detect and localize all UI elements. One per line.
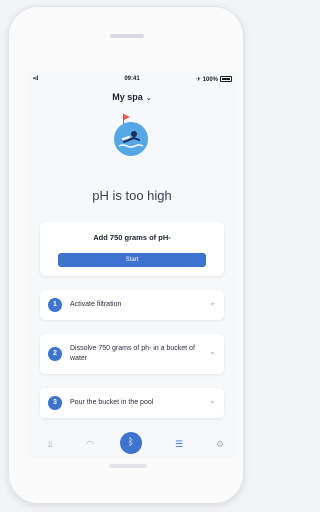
app-screen: •ıl 09:41 ✈ 100% My spa ⌄ pH is too high … (28, 72, 236, 458)
chevron-down-icon: ▾ (210, 351, 214, 357)
battery-icon (220, 76, 232, 82)
step-item-1[interactable]: 1 Activate filtration ▾ (40, 290, 224, 320)
step-label: Activate filtration (70, 301, 122, 308)
phone-speaker (110, 34, 144, 38)
list-icon[interactable]: ☰ (171, 437, 187, 451)
settings-gear-icon[interactable]: ⚙ (212, 437, 228, 451)
bottom-tab-bar: ⫫ ◠ ᛒ ☰ ⚙ (28, 430, 236, 458)
step-label: Dissolve 750 grams of ph- in a bucket of… (70, 345, 195, 362)
home-indicator (109, 464, 147, 468)
bluetooth-icon[interactable]: ᛒ (120, 432, 142, 454)
swimmer-icon (118, 131, 144, 148)
chevron-down-icon: ▾ (210, 302, 214, 308)
swimmer-illustration (114, 122, 148, 156)
chevron-down-icon: ⌄ (145, 95, 152, 102)
gauge-icon[interactable]: ◠ (82, 437, 98, 451)
spa-title-label: My spa (112, 92, 143, 102)
step-item-3[interactable]: 3 Pour the bucket in the pool ▾ (40, 388, 224, 418)
pool-ladder-icon[interactable]: ⫫ (42, 437, 58, 451)
action-card: Add 750 grams of pH- Start (40, 222, 224, 276)
chevron-down-icon: ▾ (210, 400, 214, 406)
step-number-badge: 3 (48, 396, 62, 410)
step-item-2[interactable]: 2 Dissolve 750 grams of ph- in a bucket … (40, 334, 224, 374)
start-button[interactable]: Start (58, 253, 206, 267)
flag-icon (124, 114, 130, 120)
step-number-badge: 2 (48, 347, 62, 361)
status-bar: •ıl 09:41 ✈ 100% (28, 72, 236, 86)
action-title: Add 750 grams of pH- (93, 233, 171, 242)
spa-selector[interactable]: My spa ⌄ (28, 92, 236, 102)
battery-text: ✈ 100% (195, 77, 218, 83)
step-label: Pour the bucket in the pool (70, 399, 154, 406)
phone-frame: •ıl 09:41 ✈ 100% My spa ⌄ pH is too high … (8, 6, 244, 504)
status-title: pH is too high (92, 188, 172, 203)
step-number-badge: 1 (48, 298, 62, 312)
